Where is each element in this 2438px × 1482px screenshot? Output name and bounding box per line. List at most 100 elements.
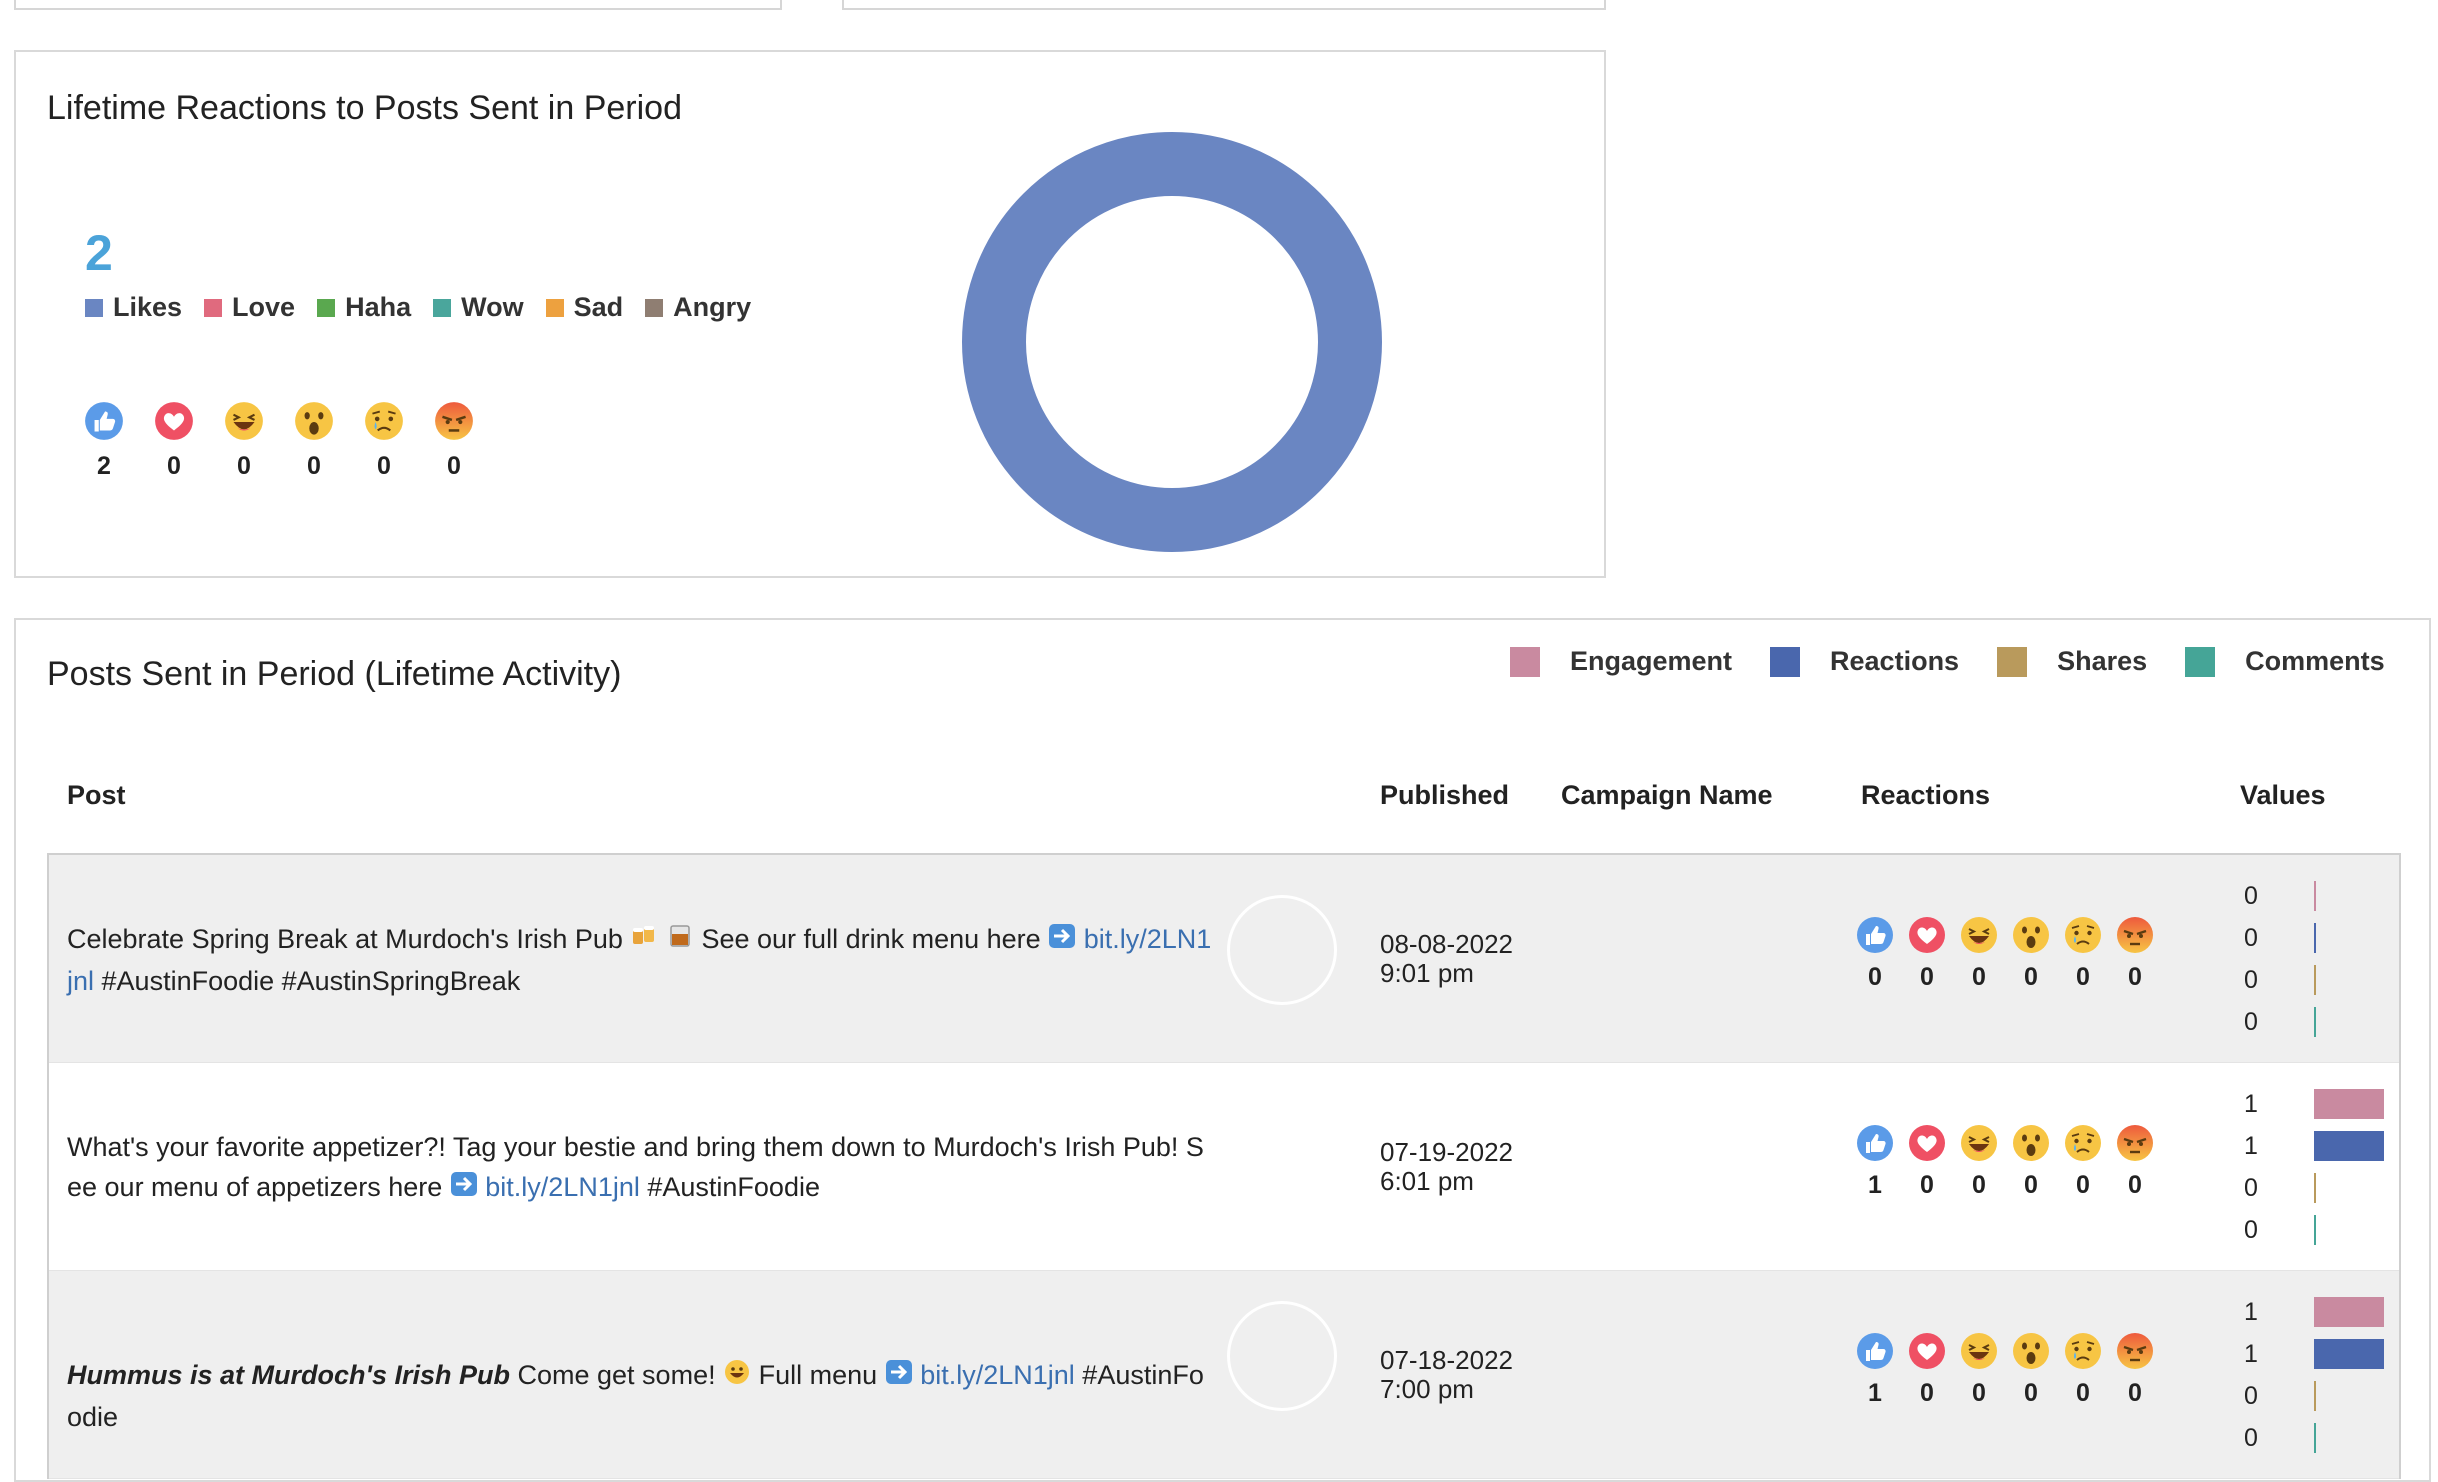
love-icon [1909,917,1945,953]
reaction-count-wow: 0 [293,400,363,481]
posts-table: Celebrate Spring Break at Murdoch's Iris… [47,853,2401,1479]
value-bar-comments [2314,1007,2316,1037]
reaction-count-haha: 0 [223,400,293,481]
row-reaction-love: 0 [1901,915,1953,992]
reaction-counts: 2 0 0 0 0 0 [83,400,503,481]
value-number: 1 [2244,1089,2258,1118]
row-reaction-like: 0 [1849,915,1901,992]
row-reaction-count: 0 [1972,1379,1986,1407]
arrow-right-icon [450,1169,478,1209]
value-number: 1 [2244,1339,2258,1368]
value-engagement: 1 [2244,1291,2394,1333]
value-bar-comments [2314,1215,2316,1245]
value-bar-reactions [2314,923,2316,953]
post-link[interactable]: bit.ly/2LN1jnl [485,1172,640,1202]
legend-item-haha[interactable]: Haha [317,292,411,323]
row-reaction-count: 0 [2128,1171,2142,1199]
value-number: 0 [2244,1215,2258,1244]
post-thumbnail[interactable] [1227,1301,1337,1411]
column-header-values[interactable]: Values [2240,780,2326,811]
value-bar-engagement [2314,1297,2384,1327]
row-reaction-count: 0 [1868,963,1882,991]
value-reactions: 0 [2244,917,2394,959]
wow-icon [2013,1125,2049,1161]
row-reaction-count: 0 [2128,963,2142,991]
column-header-published[interactable]: Published [1380,780,1509,811]
whiskey-glass-icon [666,921,694,961]
row-reaction-love: 0 [1901,1123,1953,1200]
reaction-count-value: 0 [167,452,181,480]
row-reaction-angry: 0 [2109,1123,2161,1200]
legend-item-angry[interactable]: Angry [645,292,751,323]
haha-icon [1961,1125,1997,1161]
legend-item-reactions[interactable]: Reactions [1770,646,1959,677]
post-link[interactable]: bit.ly/2LN1jnl [920,1360,1075,1390]
row-reaction-like: 1 [1849,1331,1901,1408]
card-stub-right [842,0,1606,10]
row-reaction-count: 0 [2076,963,2090,991]
post-text[interactable]: What's your favorite appetizer?! Tag you… [67,1127,1217,1209]
reaction-count-value: 0 [447,452,461,480]
post-thumbnail[interactable] [1227,895,1337,1005]
legend-item-comments[interactable]: Comments [2185,646,2385,677]
table-row[interactable]: Celebrate Spring Break at Murdoch's Iris… [49,855,2399,1063]
love-icon [155,402,193,440]
row-reaction-sad: 0 [2057,915,2109,992]
row-reaction-count: 0 [1920,963,1934,991]
row-reaction-sad: 0 [2057,1331,2109,1408]
legend-item-love[interactable]: Love [204,292,295,323]
row-reaction-count: 0 [2076,1379,2090,1407]
value-number: 0 [2244,1173,2258,1202]
row-reaction-count: 0 [1920,1171,1934,1199]
value-engagement: 1 [2244,1083,2394,1125]
value-engagement: 0 [2244,875,2394,917]
row-reaction-haha: 0 [1953,1123,2005,1200]
legend-item-wow[interactable]: Wow [433,292,524,323]
post-published: 07-19-2022 6:01 pm [1380,1137,1513,1196]
legend-item-engagement[interactable]: Engagement [1510,646,1732,677]
value-comments: 0 [2244,1209,2394,1251]
sad-icon [2065,1333,2101,1369]
row-reaction-counts: 0 0 0 0 0 0 [1849,915,2161,992]
legend-item-shares[interactable]: Shares [1997,646,2147,677]
post-text[interactable]: Hummus is at Murdoch's Irish Pub Come ge… [67,1355,1217,1437]
sad-icon [365,402,403,440]
reaction-count-value: 2 [97,452,111,480]
angry-icon [435,402,473,440]
legend-item-sad[interactable]: Sad [545,292,623,323]
table-row[interactable]: Hummus is at Murdoch's Irish Pub Come ge… [49,1271,2399,1479]
row-reaction-like: 1 [1849,1123,1901,1200]
table-row[interactable]: What's your favorite appetizer?! Tag you… [49,1063,2399,1271]
value-bar-comments [2314,1423,2316,1453]
post-text[interactable]: Celebrate Spring Break at Murdoch's Iris… [67,919,1217,1001]
value-number: 0 [2244,1381,2258,1410]
reaction-count-like: 2 [83,400,153,481]
row-values: 1 1 0 0 [2244,1291,2394,1459]
like-icon [85,402,123,440]
values-legend: Engagement Reactions Shares Comments [1510,646,2423,677]
legend-item-likes[interactable]: Likes [85,292,182,323]
row-reaction-count: 0 [1920,1379,1934,1407]
row-reaction-counts: 1 0 0 0 0 0 [1849,1331,2161,1408]
donut-slice-likes[interactable] [962,132,1382,552]
value-bar-reactions [2314,1339,2384,1369]
value-number: 0 [2244,923,2258,952]
column-header-reactions[interactable]: Reactions [1861,780,1990,811]
row-reaction-angry: 0 [2109,1331,2161,1408]
value-reactions: 1 [2244,1333,2394,1375]
row-reaction-count: 1 [1868,1171,1882,1199]
reaction-count-value: 0 [307,452,321,480]
value-bar-shares [2314,965,2316,995]
column-header-post[interactable]: Post [67,780,126,811]
row-reaction-wow: 0 [2005,915,2057,992]
value-bar-engagement [2314,881,2316,911]
arrow-right-icon [885,1357,913,1397]
row-reaction-count: 0 [2128,1379,2142,1407]
column-header-campaign[interactable]: Campaign Name [1561,780,1773,811]
angry-icon [2117,1333,2153,1369]
reactions-donut-chart [962,132,1382,552]
value-number: 0 [2244,1007,2258,1036]
value-number: 0 [2244,881,2258,910]
row-reaction-count: 0 [2024,1379,2038,1407]
row-reaction-wow: 0 [2005,1123,2057,1200]
